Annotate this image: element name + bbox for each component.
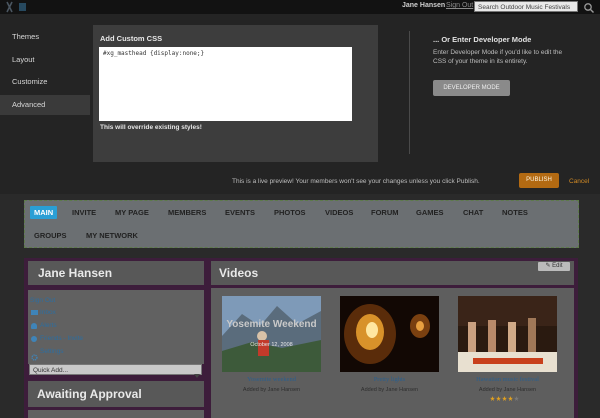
search-input[interactable]: Search Outdoor Music Festivals [474,1,578,12]
video-added-by: Added by Jane Hansen [478,387,537,393]
nav-item-my-page[interactable]: MY PAGE [115,206,149,219]
videos-header [211,261,574,285]
video-title-link[interactable]: Yosemite weekend [222,376,321,383]
cancel-link[interactable]: Cancel [569,178,589,185]
profile-sign-out-link[interactable]: Sign Out [30,297,55,304]
nav-item-forum[interactable]: FORUM [371,206,399,219]
star-icon [508,396,513,401]
video-added-by: Added by Jane Hansen [242,387,301,393]
nav-item-my-network[interactable]: MY NETWORK [86,229,138,242]
sidebar-item-layout[interactable]: Layout [0,50,90,70]
approval-body [28,410,204,418]
star-icon [502,396,507,401]
css-editor-textarea[interactable]: #xg_masthead {display:none;} [99,47,352,121]
nav-item-events[interactable]: EVENTS [225,206,255,219]
nav-item-invite[interactable]: INVITE [72,206,96,219]
inbox-link[interactable]: Inbox [40,309,56,316]
star-icon [490,396,495,401]
nav-item-members[interactable]: MEMBERS [168,206,206,219]
video-title-link[interactable]: Hawaiian music festival [458,376,557,383]
inbox-icon [31,310,38,315]
developer-mode-description: Enter Developer Mode if you'd like to ed… [433,49,563,65]
star-icon [514,396,519,401]
video-thumbnail[interactable] [458,296,557,372]
developer-mode-button[interactable]: DEVELOPER MODE [433,80,510,96]
settings-link[interactable]: Settings [40,348,64,355]
approval-title: Awaiting Approval [37,387,142,401]
video-added-by: Added by Jane Hansen [360,387,419,393]
video-thumbnail[interactable] [222,296,321,372]
search-icon[interactable] [583,1,595,13]
edit-label: Edit [552,263,563,269]
nav-item-notes[interactable]: NOTES [502,206,528,219]
nav-item-games[interactable]: GAMES [416,206,444,219]
sidebar-item-customize[interactable]: Customize [0,72,90,92]
nav-item-groups[interactable]: GROUPS [34,229,67,242]
video-overlay-title: Yosemite Weekend [226,319,317,330]
friends-icon [31,336,37,342]
logo-icon[interactable] [4,0,34,14]
live-preview-note: This is a live preview! Your members won… [232,178,480,185]
nav-item-videos[interactable]: VIDEOS [325,206,353,219]
friends-invite-link[interactable]: Friends - Invite [40,335,83,342]
quick-add-select[interactable]: Quick Add... [29,364,202,375]
videos-title: Videos [219,266,259,280]
chevron-down-icon [194,366,200,378]
developer-mode-title: ... Or Enter Developer Mode [433,35,532,44]
sidebar-item-advanced[interactable]: Advanced [0,95,90,115]
override-warning: This will override existing styles! [100,124,202,131]
video-rating [490,396,520,402]
nav-item-chat[interactable]: CHAT [463,206,483,219]
alerts-icon [31,323,37,329]
video-title-link[interactable]: Pretty lights [340,376,439,383]
sidebar-item-themes[interactable]: Themes [0,27,90,47]
edit-videos-button[interactable]: ✎ Edit [538,262,570,271]
video-overlay-date: October 12, 2008 [250,342,293,348]
custom-css-title: Add Custom CSS [100,34,163,43]
settings-gear-icon [31,348,38,361]
alerts-link[interactable]: Alerts [40,322,57,329]
video-thumbnail[interactable] [340,296,439,372]
star-icon [496,396,501,401]
profile-name: Jane Hansen [38,266,113,280]
sign-out-link[interactable]: Sign Out [446,2,473,9]
nav-item-photos[interactable]: PHOTOS [274,206,306,219]
page-edge [578,258,600,418]
user-name[interactable]: Jane Hansen [402,2,445,9]
publish-button[interactable]: PUBLISH [519,173,559,188]
nav-item-main[interactable]: MAIN [30,206,58,219]
panel-divider [409,31,410,154]
